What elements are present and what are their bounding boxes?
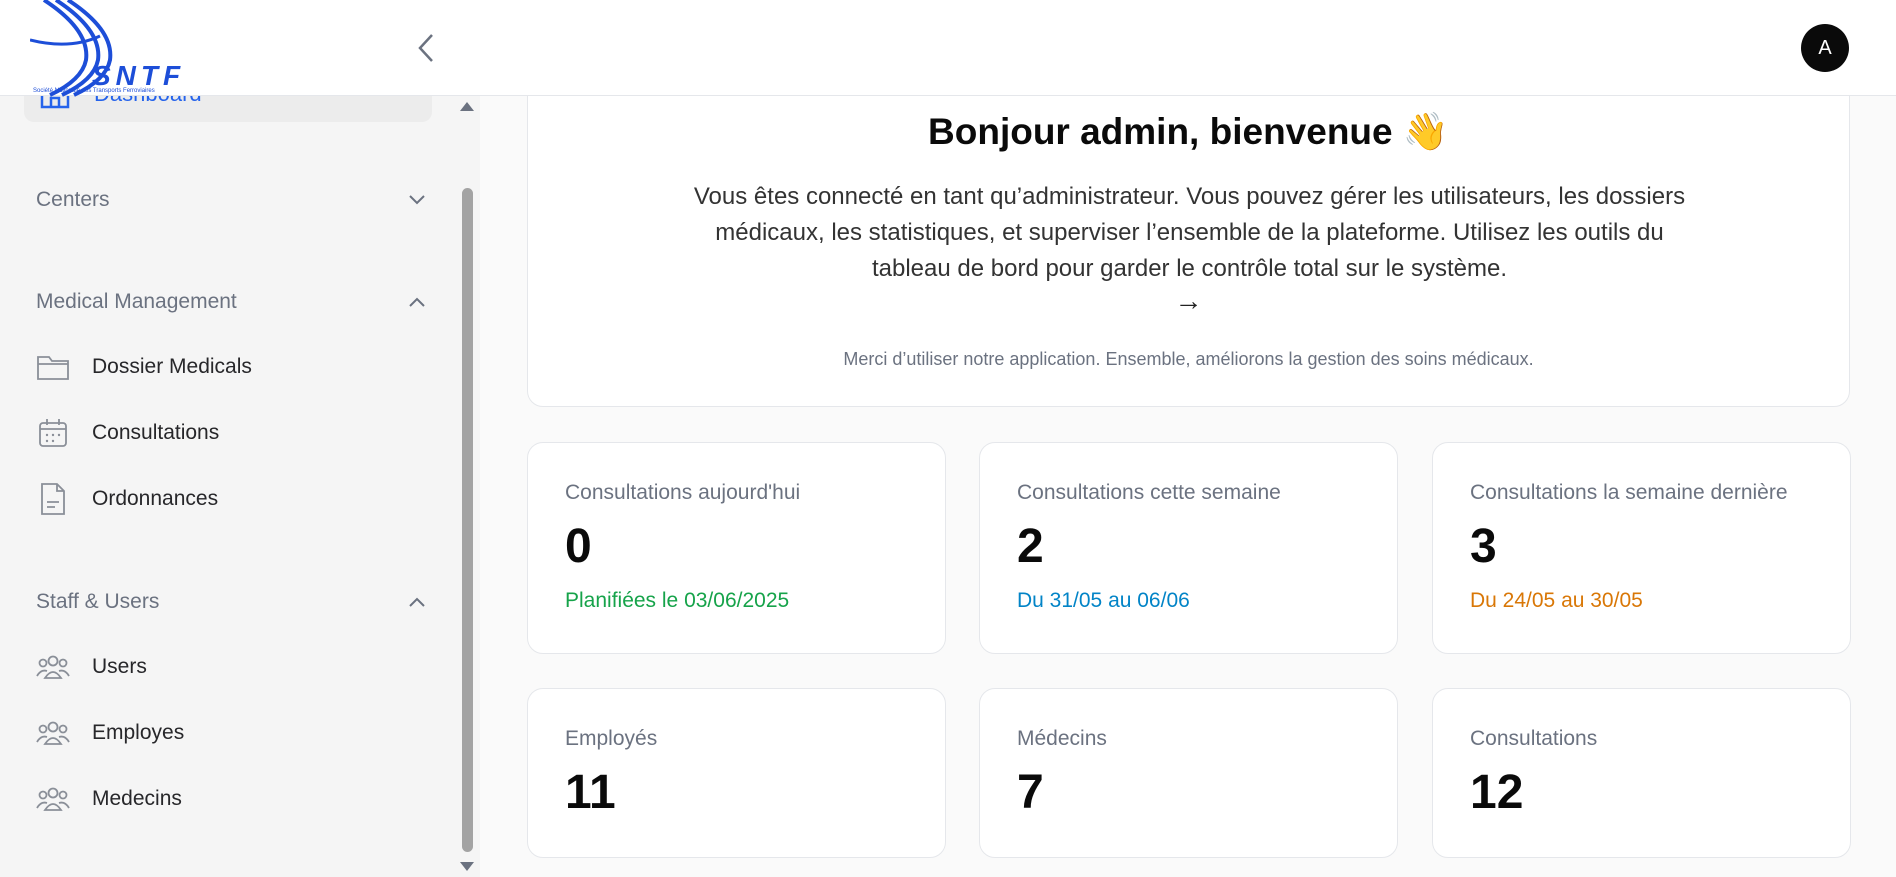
sidebar-item-consultations[interactable]: Consultations — [36, 411, 426, 455]
stat-label: Consultations cette semaine — [1017, 481, 1281, 504]
sntf-logo[interactable]: SNTF Société Nationale des Transports Fe… — [30, 0, 205, 98]
home-icon — [40, 96, 70, 109]
sidebar-item-label: Dossier Medicals — [92, 355, 252, 378]
stat-value: 0 — [565, 520, 592, 573]
group-staff-users[interactable]: Staff & Users — [36, 587, 426, 617]
welcome-title: Bonjour admin, bienvenue 👋 — [928, 111, 1449, 152]
stat-note: Planifiées le 03/06/2025 — [565, 589, 790, 612]
stat-card-consultations-this-week: Consultations cette semaine 2 Du 31/05 a… — [979, 442, 1398, 654]
top-bar: SNTF Société Nationale des Transports Fe… — [0, 0, 1896, 98]
stat-label: Consultations — [1470, 727, 1598, 750]
stat-card-consultations-last-week: Consultations la semaine dernière 3 Du 2… — [1432, 442, 1851, 654]
scrollbar-thumb[interactable] — [462, 188, 473, 852]
stat-value: 11 — [565, 766, 616, 819]
folder-icon — [36, 350, 70, 384]
sidebar-item-label: Employes — [92, 721, 185, 744]
group-label: Staff & Users — [36, 590, 160, 613]
stat-label: Consultations aujourd'hui — [565, 481, 801, 504]
stat-value: 2 — [1017, 520, 1044, 573]
sidebar-item-label: Ordonnances — [92, 487, 219, 510]
welcome-text: Vous êtes connecté en tant qu’administra… — [693, 183, 1686, 282]
welcome-subtext: Merci d’utiliser notre application. Ense… — [843, 349, 1534, 369]
stat-label: Employés — [565, 727, 658, 750]
sidebar-item-label: Consultations — [92, 421, 220, 444]
stat-card-employes: Employés 11 — [527, 688, 946, 858]
sidebar-scrollbar[interactable] — [455, 96, 480, 877]
sidebar-item-dashboard[interactable]: Dashboard — [24, 96, 432, 122]
chevron-up-icon — [409, 597, 425, 607]
scroll-up-arrow-icon[interactable] — [460, 102, 474, 111]
scroll-down-arrow-icon[interactable] — [460, 862, 474, 871]
collapse-sidebar-button[interactable] — [408, 30, 444, 66]
users-icon — [36, 650, 70, 684]
sidebar-item-ordonnances[interactable]: Ordonnances — [36, 477, 426, 521]
sidebar: Dashboard Centers Medical Management Dos… — [0, 96, 480, 877]
group-label: Medical Management — [36, 290, 237, 313]
sidebar-item-label: Medecins — [92, 787, 182, 810]
stat-label: Médecins — [1017, 727, 1107, 750]
sidebar-item-employes[interactable]: Employes — [36, 711, 426, 755]
arrow-right-icon: → — [1174, 285, 1203, 316]
sidebar-nav: Dashboard Centers Medical Management Dos… — [0, 96, 455, 877]
stat-value: 3 — [1470, 520, 1497, 573]
calendar-icon — [36, 416, 70, 450]
stat-card-consultations-total: Consultations 12 — [1432, 688, 1851, 858]
group-centers[interactable]: Centers — [36, 185, 426, 215]
users-icon — [36, 716, 70, 750]
stat-value: 12 — [1470, 766, 1524, 819]
stat-card-consultations-today: Consultations aujourd'hui 0 Planifiées l… — [527, 442, 946, 654]
sidebar-item-medecins[interactable]: Medecins — [36, 777, 426, 821]
users-icon — [36, 782, 70, 816]
user-avatar[interactable]: A — [1801, 24, 1849, 72]
avatar-initial: A — [1818, 36, 1832, 59]
sidebar-item-users[interactable]: Users — [36, 645, 426, 689]
sidebar-item-label: Users — [92, 655, 147, 678]
stat-card-medecins: Médecins 7 — [979, 688, 1398, 858]
document-icon — [36, 482, 70, 516]
sidebar-item-dossier-medicals[interactable]: Dossier Medicals — [36, 345, 426, 389]
welcome-card: Bonjour admin, bienvenue 👋 Vous êtes con… — [527, 60, 1850, 407]
group-label: Centers — [36, 188, 110, 211]
group-medical-management[interactable]: Medical Management — [36, 287, 426, 317]
chevron-up-icon — [409, 297, 425, 307]
logo-subtext: Société Nationale des Transports Ferrovi… — [33, 88, 155, 94]
chevron-down-icon — [409, 195, 425, 205]
stat-note: Du 24/05 au 30/05 — [1470, 589, 1643, 612]
stat-note: Du 31/05 au 06/06 — [1017, 589, 1190, 612]
chevron-left-icon — [418, 34, 433, 62]
stat-label: Consultations la semaine dernière — [1470, 481, 1788, 504]
stat-value: 7 — [1017, 766, 1044, 819]
